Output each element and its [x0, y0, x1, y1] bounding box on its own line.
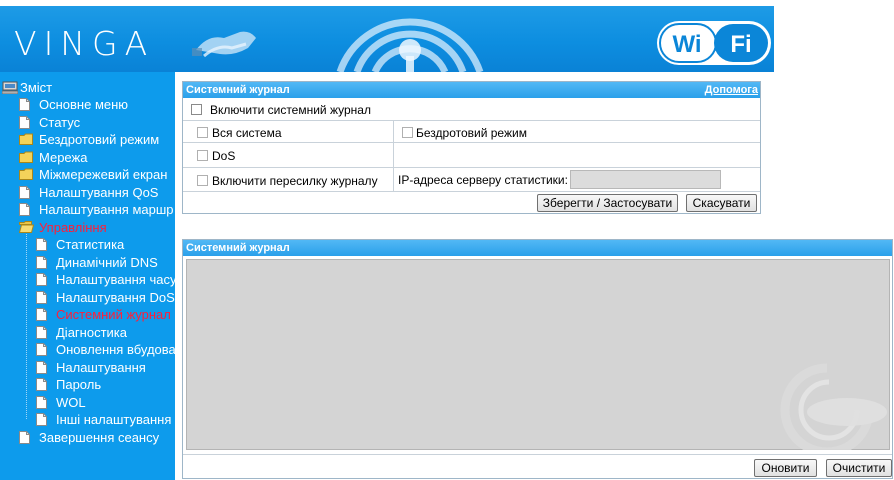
enable-log-checkbox[interactable]: [191, 104, 202, 115]
page-icon: [36, 290, 47, 304]
wifi-waves-graphic: [336, 18, 484, 72]
dos-label: DoS: [212, 149, 236, 163]
refresh-button[interactable]: Оновити: [754, 459, 817, 477]
page-icon: [36, 325, 47, 339]
log-actions-row: Оновити Очистити: [183, 454, 892, 480]
sidebar-item-label: Налаштування DoS: [56, 289, 175, 305]
help-link[interactable]: Допомога: [705, 82, 758, 98]
sidebar-nav: Зміст Основне меню Статус Бездротовий режи…: [0, 72, 175, 480]
brand-logo: VINGA: [14, 24, 155, 63]
enable-log-label: Включити системний журнал: [210, 103, 371, 117]
clear-button[interactable]: Очистити: [826, 459, 892, 477]
header-banner: VINGA Wi Fi: [0, 6, 774, 72]
page-icon: [36, 378, 47, 391]
wifi-badge-left: Wi: [672, 31, 701, 58]
dos-row: DoS: [183, 142, 760, 167]
page-icon: [36, 273, 47, 286]
panel-title: Системний журнал: [186, 242, 290, 254]
computer-icon: [2, 81, 18, 94]
page-icon: [36, 343, 47, 356]
remote-forward-checkbox[interactable]: [197, 175, 208, 186]
sidebar-item-label: Мережа: [39, 149, 88, 165]
page-icon: [36, 413, 47, 426]
sidebar-item-label: Управління: [39, 219, 107, 235]
ip-address-input[interactable]: [570, 170, 721, 189]
page-icon: [19, 115, 30, 129]
sidebar-item-label: Оновлення вбудова: [56, 342, 175, 357]
sidebar-item-label: Налаштування QoS: [39, 184, 159, 200]
sidebar-item-label: Налаштування маршр: [39, 202, 174, 217]
wifi-logo-badge: Wi Fi: [657, 21, 771, 65]
sidebar-item-label: Інші налаштування: [56, 412, 172, 427]
page-icon: [36, 238, 47, 251]
all-system-checkbox[interactable]: [197, 127, 208, 138]
sidebar-item-label: Основне меню: [39, 97, 129, 112]
page-icon: [19, 185, 30, 199]
log-category-row: Вся система Бездротовий режим: [183, 120, 760, 142]
sidebar-item-label: Системний журнал: [56, 307, 171, 322]
remote-forward-label: Включити пересилку журналу: [212, 174, 378, 188]
page-icon: [36, 308, 47, 321]
sidebar-item-label: Налаштування часу: [56, 272, 175, 287]
site-watermark-logo: [780, 363, 887, 450]
folder-icon: [19, 151, 33, 163]
page-icon: [36, 255, 47, 269]
settings-actions-row: Зберегти / Застосувати Скасувати: [183, 191, 760, 214]
folder-icon: [19, 168, 33, 180]
sidebar-item-label: Динамічний DNS: [56, 254, 158, 270]
sidebar-item-label: Статистика: [56, 237, 125, 252]
enable-log-row: Включити системний журнал: [183, 98, 760, 120]
panel-title: Системний журнал: [186, 84, 290, 96]
sidebar-item-label: WOL: [56, 394, 86, 410]
panel-header: Системний журнал: [183, 240, 892, 256]
tree-connector: [26, 234, 27, 419]
folder-icon: [19, 133, 33, 145]
panel-header: Системний журнал Допомога: [183, 82, 760, 98]
column-divider: [393, 120, 394, 191]
sidebar-item-label: Налаштування: [56, 359, 146, 375]
sidebar-item-label: Статус: [39, 114, 81, 130]
wireless-label: Бездротовий режим: [416, 126, 527, 140]
page-icon: [19, 430, 30, 444]
sidebar-item-label: Завершення сеансу: [39, 429, 160, 445]
ip-address-label: IP-адреса серверу статистики:: [398, 173, 568, 187]
sidebar-item-label: Бездротовий режим: [39, 132, 160, 147]
page-icon: [19, 203, 30, 216]
save-apply-button[interactable]: Зберегти / Застосувати: [537, 194, 678, 212]
sidebar-item-label: Зміст: [20, 80, 53, 95]
cancel-button[interactable]: Скасувати: [686, 194, 757, 212]
handshake-icon: [192, 31, 256, 58]
remote-forward-row: Включити пересилку журналу IP-адреса сер…: [183, 167, 760, 191]
all-system-label: Вся система: [212, 126, 282, 140]
sidebar-item-label: Міжмережевий екран: [39, 167, 168, 182]
syslog-settings-panel: Системний журнал Допомога Включити систе…: [182, 81, 761, 214]
wireless-checkbox[interactable]: [402, 127, 413, 138]
page-icon: [19, 98, 30, 111]
sidebar-item-label: Діагностика: [56, 324, 127, 340]
page-icon: [36, 360, 47, 374]
wifi-badge-right: Fi: [730, 31, 751, 58]
open-folder-icon: [19, 220, 34, 233]
sidebar-item-label: Пароль: [56, 377, 102, 392]
dos-checkbox[interactable]: [197, 150, 208, 161]
page-icon: [36, 395, 47, 409]
